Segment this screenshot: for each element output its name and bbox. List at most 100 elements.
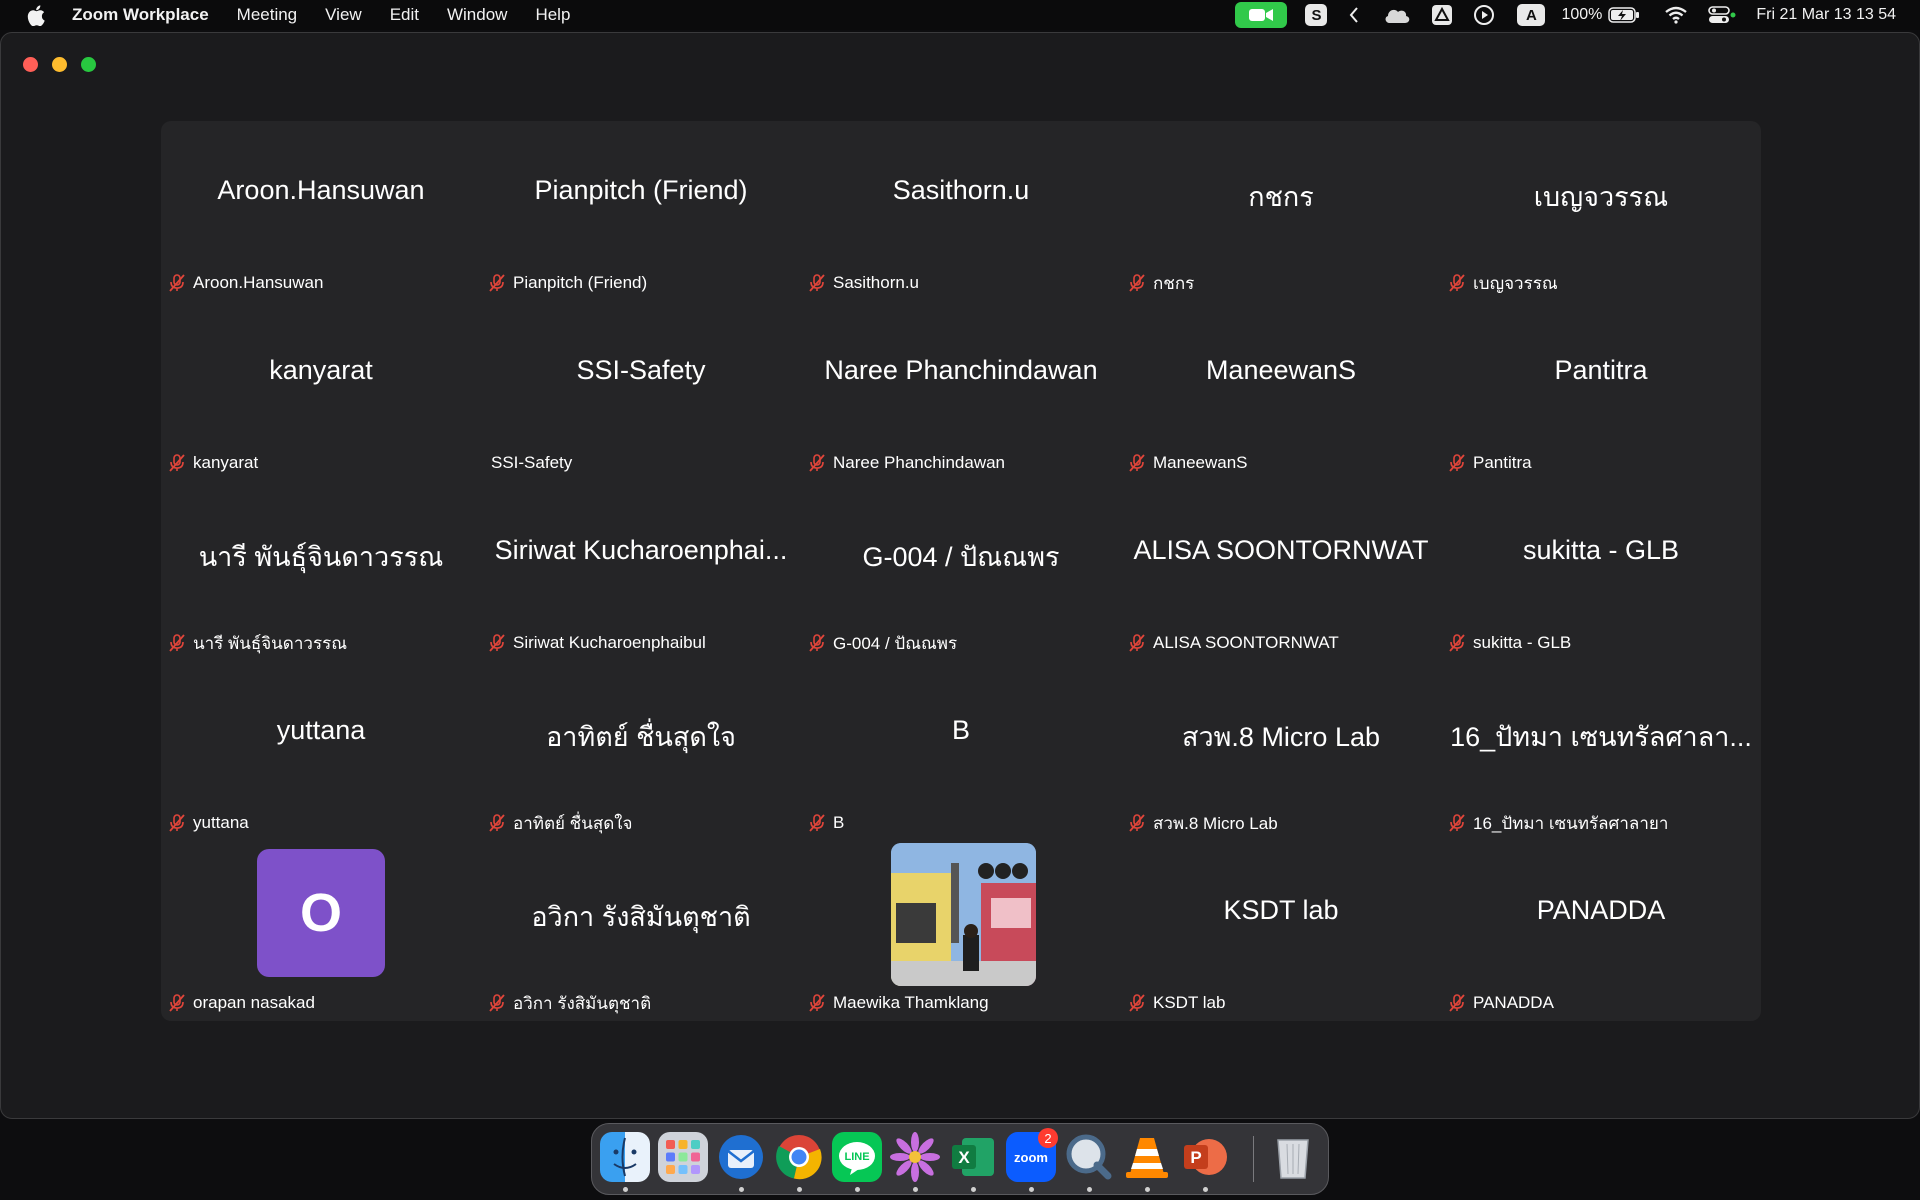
powerpoint-letter: P <box>1190 1148 1201 1167</box>
input-source-icon[interactable]: A <box>1517 4 1546 26</box>
menu-edit[interactable]: Edit <box>390 5 419 25</box>
vlc-icon[interactable] <box>1122 1132 1172 1182</box>
participant-name-text: ALISA SOONTORNWAT <box>1153 633 1339 652</box>
participant-tile[interactable]: กชกร กชกร <box>1121 121 1441 301</box>
battery-charging-icon[interactable] <box>1608 0 1640 30</box>
dock-divider <box>1253 1136 1254 1182</box>
close-window-button[interactable] <box>23 57 38 72</box>
participant-tile[interactable]: Pianpitch (Friend) Pianpitch (Friend) <box>481 121 801 301</box>
flower-app-icon[interactable] <box>890 1132 940 1182</box>
finder-icon[interactable] <box>600 1132 650 1182</box>
launchpad-icon[interactable] <box>658 1132 708 1182</box>
muted-mic-icon <box>167 633 187 653</box>
participant-tile[interactable]: Naree Phanchindawan Naree Phanchindawan <box>801 301 1121 481</box>
participant-display-name: สวพ.8 Micro Lab <box>1181 722 1380 752</box>
thunderbird-icon[interactable] <box>716 1132 766 1182</box>
line-app-icon[interactable]: LINE <box>832 1132 882 1182</box>
participant-tile[interactable]: เบญจวรรณ เบญจวรรณ <box>1441 121 1761 301</box>
participant-name-text: Naree Phanchindawan <box>833 453 1006 472</box>
participant-tile[interactable]: Pantitra Pantitra <box>1441 301 1761 481</box>
participant-name-label: Siriwat Kucharoenphaibul <box>487 631 706 655</box>
participant-tile[interactable]: สวพ.8 Micro Lab สวพ.8 Micro Lab <box>1121 661 1441 841</box>
participant-tile[interactable]: SSI-Safety SSI-Safety <box>481 301 801 481</box>
participant-tile[interactable]: BB <box>801 661 1121 841</box>
participant-name-text: Pianpitch (Friend) <box>513 273 648 292</box>
chrome-icon[interactable] <box>774 1132 824 1182</box>
menu-help[interactable]: Help <box>535 5 570 25</box>
participant-tile[interactable]: ALISA SOONTORNWAT ALISA SOONTORNWAT <box>1121 481 1441 661</box>
line-running-dot <box>855 1187 860 1192</box>
participant-name-text: G-004 / ปัณณพร <box>833 633 958 653</box>
muted-mic-icon <box>487 273 507 293</box>
participant-name-text: Maewika Thamklang <box>833 993 989 1012</box>
s-app-icon[interactable]: S <box>1305 4 1328 26</box>
participant-tile[interactable]: 16_ปัทมา เซนทรัลศาลา... 16_ปัทมา เซนทรัลศ… <box>1441 661 1761 841</box>
participant-display-name: นารี พันธุ์จินดาวรรณ <box>198 542 444 572</box>
participant-tile[interactable]: sukitta - GLB sukitta - GLB <box>1441 481 1761 661</box>
app-name-menu[interactable]: Zoom Workplace <box>72 5 209 25</box>
participant-tile[interactable]: Maewika Thamklang <box>801 841 1121 1021</box>
line-app-label: LINE <box>844 1151 869 1163</box>
participant-name-label: ALISA SOONTORNWAT <box>1127 631 1339 655</box>
muted-mic-icon <box>1127 993 1147 1013</box>
wifi-icon[interactable] <box>1664 0 1688 30</box>
participant-name-text: นารี พันธุ์จินดาวรรณ <box>193 633 347 653</box>
participant-name-label: Aroon.Hansuwan <box>167 271 323 295</box>
participant-tile[interactable]: Oorapan nasakad <box>161 841 481 1021</box>
participant-display-name: Sasithorn.u <box>892 175 1030 205</box>
participant-name-label: KSDT lab <box>1127 991 1225 1015</box>
participant-avatar: O <box>257 849 385 977</box>
menu-meeting[interactable]: Meeting <box>237 5 297 25</box>
participant-name-text: Aroon.Hansuwan <box>193 273 324 292</box>
participant-tile[interactable]: อวิกา รังสิมันตุชาติ อวิกา รังสิมันตุชาติ <box>481 841 801 1021</box>
participant-name-text: B <box>833 813 845 832</box>
apple-menu-icon[interactable] <box>0 4 72 26</box>
participant-display-name: sukitta - GLB <box>1522 535 1680 565</box>
chevron-left-icon[interactable] <box>1349 0 1359 30</box>
participant-tile[interactable]: นารี พันธุ์จินดาวรรณ นารี พันธุ์จินดาวรรณ <box>161 481 481 661</box>
excel-icon[interactable]: X <box>948 1132 998 1182</box>
menubar-clock[interactable]: Fri 21 Mar 13 13 54 <box>1756 6 1896 24</box>
vlc-running-dot <box>1145 1187 1150 1192</box>
participant-profile-photo <box>891 843 1036 986</box>
menu-view[interactable]: View <box>325 5 362 25</box>
participant-name-text: กชกร <box>1153 273 1195 293</box>
participant-name-text: yuttana <box>193 813 249 832</box>
powerpoint-running-dot <box>1203 1187 1208 1192</box>
participant-name-text: เบญจวรรณ <box>1473 273 1558 293</box>
participant-name-text: PANADDA <box>1473 993 1554 1012</box>
participant-tile[interactable]: yuttana yuttana <box>161 661 481 841</box>
zoom-app-icon[interactable]: zoom 2 <box>1006 1128 1058 1182</box>
muted-mic-icon <box>167 453 187 473</box>
play-circle-icon[interactable] <box>1473 0 1495 30</box>
participant-tile[interactable]: อาทิตย์ ชื่นสุดใจ อาทิตย์ ชื่นสุดใจ <box>481 661 801 841</box>
quicktime-icon[interactable] <box>1064 1132 1114 1182</box>
zoom-window-button[interactable] <box>81 57 96 72</box>
drive-icon[interactable] <box>1431 0 1453 30</box>
participant-tile[interactable]: PANADDA PANADDA <box>1441 841 1761 1021</box>
participant-tile[interactable]: Aroon.Hansuwan Aroon.Hansuwan <box>161 121 481 301</box>
zoom-video-status-icon[interactable] <box>1235 2 1288 28</box>
muted-mic-icon <box>807 633 827 653</box>
participant-tile[interactable]: ManeewanS ManeewanS <box>1121 301 1441 481</box>
participant-display-name: Aroon.Hansuwan <box>217 175 425 205</box>
participant-name-label: G-004 / ปัณณพร <box>807 631 957 655</box>
participant-display-name: อวิกา รังสิมันตุชาติ <box>531 902 751 932</box>
participant-display-name: เบญจวรรณ <box>1533 182 1669 212</box>
participant-tile[interactable]: Sasithorn.u Sasithorn.u <box>801 121 1121 301</box>
participant-tile[interactable]: kanyarat kanyarat <box>161 301 481 481</box>
cloud-icon[interactable] <box>1383 0 1411 30</box>
participant-name-text: KSDT lab <box>1153 993 1226 1012</box>
muted-mic-icon <box>1127 273 1147 293</box>
participant-tile[interactable]: Siriwat Kucharoenphai... Siriwat Kucharoe… <box>481 481 801 661</box>
participant-tile[interactable]: G-004 / ปัณณพร G-004 / ปัณณพร <box>801 481 1121 661</box>
muted-mic-icon <box>167 273 187 293</box>
muted-mic-icon <box>1127 813 1147 833</box>
menu-window[interactable]: Window <box>447 5 507 25</box>
powerpoint-icon[interactable]: P <box>1180 1132 1230 1182</box>
control-center-icon[interactable] <box>1708 0 1736 30</box>
trash-icon[interactable] <box>1268 1132 1318 1182</box>
muted-mic-icon <box>807 453 827 473</box>
participant-tile[interactable]: KSDT lab KSDT lab <box>1121 841 1441 1021</box>
minimize-window-button[interactable] <box>52 57 67 72</box>
